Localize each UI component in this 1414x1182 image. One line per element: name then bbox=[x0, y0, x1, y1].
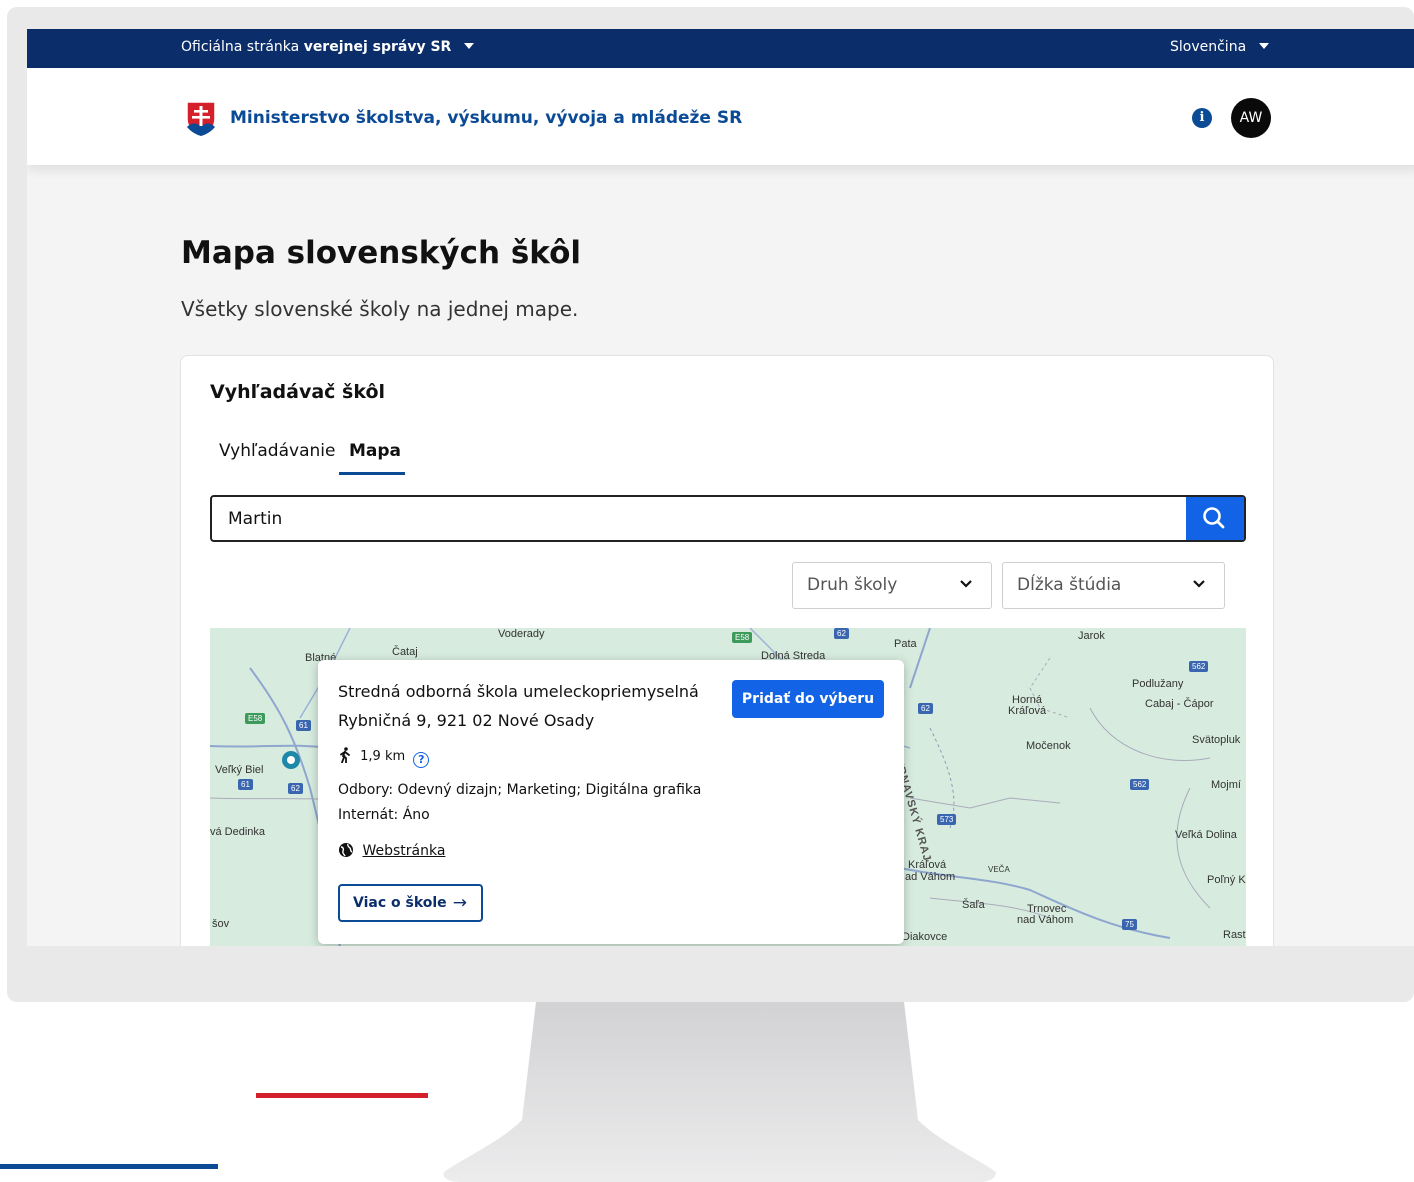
map-label: vá Dedinka bbox=[210, 826, 266, 838]
map-label: VEČA bbox=[988, 865, 1010, 874]
ministry-name-link[interactable]: Ministerstvo školstva, výskumu, vývoja a… bbox=[230, 108, 742, 128]
language-label: Slovenčina bbox=[1170, 39, 1247, 55]
map-label: ad Váhom bbox=[905, 871, 956, 883]
info-icon[interactable]: i bbox=[1192, 108, 1212, 128]
search-box bbox=[210, 495, 1246, 542]
school-finder-card: Vyhľadávač škôl Vyhľadávanie Mapa Druh š… bbox=[180, 355, 1274, 946]
more-about-school-button[interactable]: Viac o škole → bbox=[338, 884, 483, 922]
user-avatar[interactable]: AW bbox=[1231, 98, 1271, 138]
website-row: Webstránka bbox=[338, 842, 445, 859]
page-subtitle: Všetky slovenské školy na jednej mape. bbox=[181, 297, 579, 321]
study-length-select[interactable]: Dĺžka štúdia bbox=[1002, 562, 1225, 609]
road-sign: 562 bbox=[1189, 661, 1209, 672]
chevron-down-icon bbox=[960, 580, 972, 588]
map-label: Veľká Dolina bbox=[1175, 829, 1237, 841]
school-name: Stredná odborná škola umeleckopriemyseln… bbox=[338, 682, 699, 701]
official-site-prefix: Oficiálna stránka bbox=[181, 39, 300, 55]
school-dormitory: Internát: Áno bbox=[338, 807, 430, 823]
tab-search[interactable]: Vyhľadávanie bbox=[219, 441, 335, 461]
map-label: Jarok bbox=[1078, 630, 1105, 642]
site-header: Ministerstvo školstva, výskumu, vývoja a… bbox=[27, 68, 1414, 165]
map-label: Poľný K bbox=[1207, 874, 1246, 886]
map-label: Šaľa bbox=[962, 899, 985, 911]
search-button[interactable] bbox=[1186, 497, 1244, 540]
map-label: Podlužany bbox=[1132, 678, 1184, 690]
caret-down-icon bbox=[1258, 43, 1269, 49]
school-fields: Odbory: Odevný dizajn; Marketing; Digitá… bbox=[338, 782, 702, 798]
road-sign: 62 bbox=[288, 783, 303, 794]
road-sign: E58 bbox=[245, 713, 266, 724]
school-type-select[interactable]: Druh školy bbox=[792, 562, 992, 609]
official-site-bold: verejnej správy SR bbox=[303, 39, 452, 55]
help-icon[interactable]: ? bbox=[413, 752, 430, 768]
more-about-school-label: Viac o škole bbox=[353, 895, 447, 911]
add-to-selection-button[interactable]: Pridať do výberu bbox=[732, 680, 884, 718]
map-label: Mojmí bbox=[1211, 779, 1241, 791]
road-sign: 573 bbox=[937, 814, 957, 825]
tab-map[interactable]: Mapa bbox=[349, 441, 401, 461]
study-length-label: Dĺžka štúdia bbox=[1017, 575, 1122, 595]
road-sign: 61 bbox=[238, 779, 253, 790]
screen: Oficiálna stránka verejnej správy SR Slo… bbox=[27, 29, 1414, 946]
distance-row: 1,9 km ? bbox=[338, 747, 430, 768]
page-title: Mapa slovenských škôl bbox=[181, 235, 582, 271]
road-sign: 62 bbox=[834, 628, 849, 639]
decorative-blue-line bbox=[0, 1164, 218, 1169]
map-label: Svätopluk bbox=[1192, 734, 1241, 746]
school-location-pin-icon[interactable] bbox=[280, 749, 302, 771]
map-label: Čataj bbox=[392, 646, 418, 658]
road-sign: 61 bbox=[296, 720, 311, 731]
map-label: Močenok bbox=[1026, 740, 1071, 752]
map-label: Rast bbox=[1223, 929, 1246, 941]
road-sign: E58 bbox=[732, 632, 753, 643]
map-label: Kráľová bbox=[1008, 705, 1047, 717]
road-sign: 62 bbox=[918, 703, 933, 714]
school-popup: Stredná odborná škola umeleckopriemyseln… bbox=[318, 660, 904, 944]
monitor-stand bbox=[443, 1002, 997, 1182]
caret-down-icon bbox=[463, 43, 474, 49]
map-label: Cabaj - Čápor bbox=[1145, 698, 1214, 710]
map-label: Pata bbox=[894, 638, 917, 650]
language-dropdown[interactable]: Slovenčina bbox=[1170, 39, 1269, 55]
map-label: nad Váhom bbox=[1017, 914, 1074, 926]
website-link[interactable]: Webstránka bbox=[362, 843, 445, 859]
gov-top-bar: Oficiálna stránka verejnej správy SR Slo… bbox=[27, 29, 1414, 68]
map-label: Voderady bbox=[498, 628, 545, 640]
monitor-bezel: Oficiálna stránka verejnej správy SR Slo… bbox=[7, 7, 1414, 1002]
map-label: Veľký Biel bbox=[215, 764, 264, 776]
slovak-crest-icon[interactable] bbox=[186, 101, 216, 137]
walking-icon bbox=[340, 747, 350, 764]
search-input[interactable] bbox=[212, 497, 1188, 540]
search-icon bbox=[1203, 507, 1225, 529]
decorative-red-line bbox=[256, 1093, 428, 1098]
arrow-right-icon: → bbox=[452, 893, 467, 913]
map-label: šov bbox=[212, 918, 230, 930]
chevron-down-icon bbox=[1193, 580, 1205, 588]
school-type-label: Druh školy bbox=[807, 575, 898, 595]
school-address: Rybničná 9, 921 02 Nové Osady bbox=[338, 711, 595, 730]
globe-icon bbox=[339, 843, 353, 857]
finder-title: Vyhľadávač škôl bbox=[210, 381, 386, 403]
official-site-dropdown[interactable]: Oficiálna stránka verejnej správy SR bbox=[181, 39, 474, 55]
distance-value: 1,9 km bbox=[360, 749, 406, 764]
school-map[interactable]: Voderady Čataj Blatné Dolná Streda Pata … bbox=[210, 628, 1246, 946]
active-tab-indicator bbox=[339, 472, 405, 475]
map-label: Diakovce bbox=[902, 931, 948, 943]
road-sign: 75 bbox=[1122, 919, 1137, 930]
road-sign: 562 bbox=[1130, 779, 1150, 790]
